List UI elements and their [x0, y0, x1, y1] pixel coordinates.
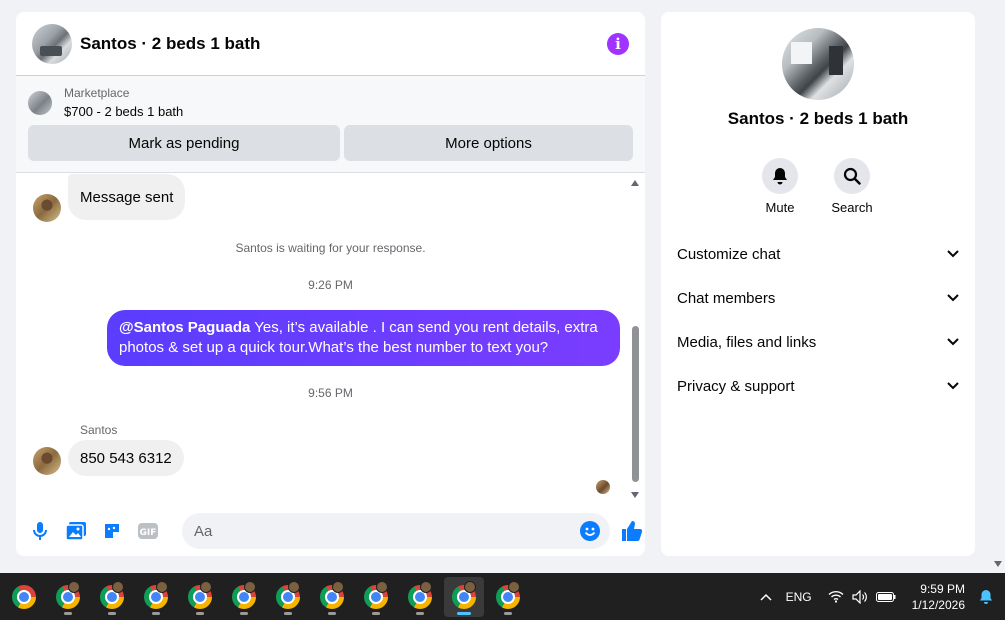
section-privacy-support[interactable]: Privacy & support — [677, 364, 959, 408]
profile-badge-icon — [332, 580, 344, 593]
section-label: Customize chat — [677, 245, 781, 263]
system-tray: ENG 9:59 PM 1/12/2026 — [760, 573, 1005, 620]
sender-name: Santos — [80, 423, 118, 437]
microphone-icon[interactable] — [30, 521, 50, 541]
svg-text:GIF: GIF — [140, 528, 157, 538]
waiting-notice: Santos is waiting for your response. — [235, 241, 426, 255]
marketplace-label: Marketplace — [64, 86, 130, 100]
taskbar-chrome-profile[interactable] — [312, 577, 352, 617]
taskbar-chrome-profile[interactable] — [48, 577, 88, 617]
mute-button[interactable]: Mute — [750, 158, 810, 215]
section-label: Chat members — [677, 289, 776, 307]
listing-avatar[interactable] — [32, 23, 72, 64]
section-chat-members[interactable]: Chat members — [677, 276, 959, 320]
language-indicator[interactable]: ENG — [786, 590, 812, 604]
profile-avatar[interactable] — [782, 28, 854, 100]
avatar[interactable] — [33, 447, 61, 475]
taskbar-chrome-profile[interactable] — [268, 577, 308, 617]
profile-badge-icon — [244, 580, 256, 593]
marketplace-banner: Marketplace $700 - 2 beds 1 bath Mark as… — [16, 76, 645, 173]
taskbar-chrome-profile[interactable] — [180, 577, 220, 617]
section-media-files-links[interactable]: Media, files and links — [677, 320, 959, 364]
profile-badge-icon — [420, 580, 432, 593]
listing-thumbnail[interactable] — [28, 90, 52, 115]
search-button[interactable]: Search — [822, 158, 882, 215]
message-input-box[interactable] — [182, 513, 610, 549]
section-label: Privacy & support — [677, 377, 795, 395]
taskbar-chrome-profile[interactable] — [356, 577, 396, 617]
search-label: Search — [831, 200, 873, 215]
taskbar-chrome-profile[interactable] — [136, 577, 176, 617]
avatar[interactable] — [33, 194, 61, 222]
message-bubble-incoming[interactable]: 850 543 6312 — [68, 440, 184, 476]
chevron-up-icon[interactable] — [760, 593, 772, 601]
profile-badge-icon — [508, 580, 520, 593]
chevron-down-icon — [947, 338, 959, 346]
listing-price[interactable]: $700 - 2 beds 1 bath — [64, 104, 183, 119]
scrollbar-thumb[interactable] — [632, 326, 639, 482]
chrome-icon — [12, 584, 36, 609]
composer: GIF — [16, 506, 645, 556]
timestamp: 9:56 PM — [308, 386, 353, 400]
section-label: Media, files and links — [677, 333, 817, 351]
thumbs-up-icon[interactable] — [620, 519, 644, 543]
sticker-icon[interactable] — [102, 521, 122, 541]
info-icon[interactable]: i — [607, 32, 629, 55]
chevron-down-icon — [947, 294, 959, 302]
profile-badge-icon — [288, 580, 300, 593]
scroll-down-arrow[interactable] — [631, 492, 639, 498]
taskbar-chrome-profile[interactable] — [224, 577, 264, 617]
profile-badge-icon — [200, 580, 212, 593]
taskbar: ENG 9:59 PM 1/12/2026 — [0, 573, 1005, 620]
section-customize-chat[interactable]: Customize chat — [677, 232, 959, 276]
bell-icon — [762, 158, 798, 194]
profile-badge-icon — [376, 580, 388, 593]
chat-panel: Santos · 2 beds 1 bath i Marketplace $70… — [16, 12, 645, 556]
timestamp: 9:26 PM — [308, 278, 353, 292]
taskbar-chrome-profile[interactable] — [92, 577, 132, 617]
gif-icon[interactable]: GIF — [138, 521, 158, 541]
clock[interactable]: 9:59 PM 1/12/2026 — [912, 581, 965, 613]
profile-name: Santos · 2 beds 1 bath — [727, 109, 909, 128]
profile-badge-icon — [156, 580, 168, 593]
photo-icon[interactable] — [66, 521, 86, 541]
taskbar-chrome-profile-active[interactable] — [444, 576, 484, 617]
profile-badge-icon — [112, 580, 124, 593]
chevron-down-icon — [947, 250, 959, 258]
chat-title[interactable]: Santos · 2 beds 1 bath — [80, 34, 607, 54]
chat-details-panel: Santos · 2 beds 1 bath Mute Search Custo… — [661, 12, 975, 556]
profile-badge-icon — [464, 580, 476, 593]
profile-badge-icon — [68, 580, 80, 593]
message-bubble-incoming[interactable]: Message sent — [68, 174, 186, 220]
seen-indicator-avatar — [596, 480, 610, 494]
emoji-icon[interactable] — [580, 521, 600, 541]
mute-label: Mute — [765, 200, 795, 215]
search-icon — [834, 158, 870, 194]
message-list[interactable]: Message sent Santos is waiting for your … — [16, 174, 645, 508]
page-scroll-down-arrow[interactable] — [994, 561, 1002, 567]
volume-icon[interactable] — [852, 589, 868, 604]
taskbar-chrome-profile[interactable] — [488, 577, 528, 617]
taskbar-chrome[interactable] — [4, 577, 44, 617]
mark-as-pending-button[interactable]: Mark as pending — [28, 125, 340, 161]
wifi-icon[interactable] — [828, 590, 844, 603]
message-input[interactable] — [194, 522, 580, 540]
taskbar-chrome-profile[interactable] — [400, 577, 440, 617]
battery-icon[interactable] — [875, 591, 896, 602]
more-options-button[interactable]: More options — [344, 125, 633, 161]
notification-bell-icon[interactable] — [979, 589, 993, 605]
clock-date: 1/12/2026 — [911, 597, 965, 612]
chat-header: Santos · 2 beds 1 bath i — [16, 12, 645, 76]
scroll-up-arrow[interactable] — [631, 180, 639, 186]
clock-time: 9:59 PM — [920, 581, 965, 596]
chevron-down-icon — [947, 382, 959, 390]
message-bubble-outgoing[interactable]: @Santos Paguada Yes, it’s available . I … — [107, 310, 620, 366]
mention[interactable]: @Santos Paguada — [119, 319, 250, 336]
